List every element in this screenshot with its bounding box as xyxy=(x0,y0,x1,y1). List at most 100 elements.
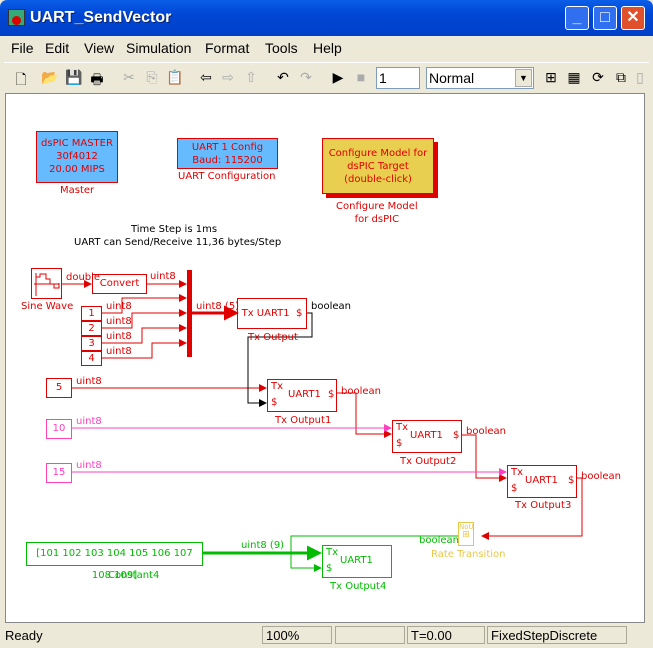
copy-icon[interactable]: ⎘ xyxy=(143,69,161,86)
forward-icon[interactable]: ⇨ xyxy=(219,69,237,86)
constant-block-15[interactable]: 15 xyxy=(46,463,72,483)
dollar-out: $ xyxy=(568,475,575,486)
tx-output-block[interactable]: Tx UART1 $ xyxy=(237,298,307,329)
master-block[interactable]: dsPIC MASTER 30f4012 20.00 MIPS xyxy=(36,131,118,183)
start-simulation-icon[interactable]: ▶ xyxy=(329,69,347,86)
constant-block-4[interactable]: 4 xyxy=(81,351,102,366)
menu-format[interactable]: Format xyxy=(205,40,249,56)
menu-simulation[interactable]: Simulation xyxy=(126,40,191,56)
uart-name: UART1 xyxy=(525,475,558,486)
tx-text: Tx UART1 xyxy=(241,308,290,319)
tx-output-label: Tx Output xyxy=(248,332,298,343)
uart-name: UART1 xyxy=(288,389,321,400)
library-browser-icon[interactable]: ▦ xyxy=(565,69,583,86)
dollar-port: $ xyxy=(396,438,403,449)
tx-output1-label: Tx Output1 xyxy=(275,415,332,426)
window-title: UART_SendVector xyxy=(30,9,172,26)
sine-wave-block[interactable] xyxy=(31,268,62,299)
update-diagram-icon[interactable]: ⟳ xyxy=(589,69,607,86)
maximize-button[interactable]: □ xyxy=(593,6,617,30)
status-time: T=0.00 xyxy=(407,626,485,644)
cut-icon[interactable]: ✂ xyxy=(120,69,138,86)
tx-port: Tx xyxy=(511,467,524,478)
signal-label-uint8: uint8 xyxy=(76,376,102,387)
signal-label-boolean: boolean xyxy=(466,426,506,437)
master-label: Master xyxy=(60,185,95,196)
chevron-down-icon[interactable]: ▼ xyxy=(515,69,532,87)
tx-output1-block[interactable]: Tx $ UART1 $ xyxy=(267,379,337,412)
configure-label-1: Configure Model xyxy=(336,201,418,212)
signal-label-uint8-9: uint8 (9) xyxy=(241,540,285,551)
minimize-button[interactable]: _ xyxy=(565,6,589,30)
master-line: dsPIC MASTER xyxy=(41,138,113,149)
status-bar: Ready 100% T=0.00 FixedStepDiscrete xyxy=(4,624,649,646)
menu-tools[interactable]: Tools xyxy=(265,40,298,56)
new-icon[interactable]: 🗋 xyxy=(12,69,30,93)
signal-label-boolean: boolean xyxy=(581,471,621,482)
build-icon[interactable]: ⊞ xyxy=(542,69,560,86)
mux-block xyxy=(187,270,192,357)
uart-name: UART1 xyxy=(340,555,373,566)
signal-label-boolean: boolean xyxy=(341,386,381,397)
configure-line: (double-click) xyxy=(344,174,412,185)
simulation-mode-select[interactable]: Normal ▼ xyxy=(426,67,534,89)
rate-transition-label: Rate Transition xyxy=(431,549,506,560)
title-bar: UART_SendVector _ □ ✕ xyxy=(0,0,653,36)
dollar-out: $ xyxy=(328,389,335,400)
close-button[interactable]: ✕ xyxy=(621,6,645,30)
model-canvas[interactable]: dsPIC MASTER 30f4012 20.00 MIPS Master UAR… xyxy=(5,93,645,623)
constant-block-10[interactable]: 10 xyxy=(46,419,72,439)
undo-icon[interactable]: ↶ xyxy=(274,69,292,86)
signal-label-uint8: uint8 xyxy=(106,301,132,312)
uart-config-block[interactable]: UART 1 Config Baud: 115200 xyxy=(177,138,278,169)
stop-time-input[interactable]: 1 xyxy=(376,67,420,89)
menu-edit[interactable]: Edit xyxy=(45,40,69,56)
constant-block-3[interactable]: 3 xyxy=(81,336,102,351)
master-line: 20.00 MIPS xyxy=(49,164,105,175)
paste-icon[interactable]: 📋 xyxy=(166,69,184,86)
configure-label-2: for dsPIC xyxy=(354,214,400,225)
menu-help[interactable]: Help xyxy=(313,40,342,56)
debug-icon[interactable]: ▯ xyxy=(631,69,649,86)
print-icon[interactable]: 🖶 xyxy=(88,69,106,93)
signal-label-uint8: uint8 xyxy=(106,346,132,357)
back-icon[interactable]: ⇦ xyxy=(197,69,215,86)
toolbar: 🗋 📂 💾 🖶 ✂ ⎘ 📋 ⇦ ⇨ ⇧ ↶ ↷ ▶ ■ 1 Normal ▼ ⊞ … xyxy=(4,62,649,92)
tx-port: Tx xyxy=(326,547,339,558)
model-explorer-icon[interactable]: ⧉ xyxy=(612,69,630,86)
dollar-port: $ xyxy=(271,397,278,408)
constant-block-5[interactable]: 5 xyxy=(46,378,72,398)
save-icon[interactable]: 💾 xyxy=(65,69,83,86)
up-icon[interactable]: ⇧ xyxy=(242,69,260,86)
redo-icon[interactable]: ↷ xyxy=(297,69,315,86)
note-line-2: UART can Send/Receive 11,36 bytes/Step xyxy=(74,237,282,248)
dollar-port: $ xyxy=(326,563,333,574)
tx-output4-block[interactable]: Tx $ UART1 xyxy=(322,545,392,578)
signal-label-uint8: uint8 xyxy=(106,331,132,342)
status-solver: FixedStepDiscrete xyxy=(487,626,627,644)
configure-model-block[interactable]: Configure Model for dsPIC Target (double-c… xyxy=(322,138,434,194)
note-line-1: Time Step is 1ms xyxy=(130,224,218,235)
uart-config-line: Baud: 115200 xyxy=(192,155,263,166)
rate-transition-block[interactable]: NoU ⊞ xyxy=(458,522,474,546)
menu-view[interactable]: View xyxy=(84,40,114,56)
dollar-port: $ xyxy=(296,308,303,319)
tx-output2-block[interactable]: Tx $ UART1 $ xyxy=(392,420,462,453)
stop-simulation-icon[interactable]: ■ xyxy=(352,69,370,85)
configure-label: Configure Model for dsPIC xyxy=(336,200,418,226)
constant-block-2[interactable]: 2 xyxy=(81,321,102,336)
tx-output3-block[interactable]: Tx $ UART1 $ xyxy=(507,465,577,498)
constant4-block[interactable]: [101 102 103 104 105 106 107 108 109] xyxy=(26,542,203,581)
signal-label-uint8: uint8 xyxy=(76,460,102,471)
constant4-label: Constant4 xyxy=(108,570,160,581)
constant-block-1[interactable]: 1 xyxy=(81,306,102,321)
status-zoom: 100% xyxy=(262,626,332,644)
menu-file[interactable]: File xyxy=(11,40,34,56)
open-icon[interactable]: 📂 xyxy=(41,69,59,86)
annotation-note: Time Step is 1ms UART can Send/Receive 11… xyxy=(74,223,282,249)
tx-output4-label: Tx Output4 xyxy=(330,581,387,592)
status-state: Ready xyxy=(5,628,43,643)
signal-label-uint8: uint8 xyxy=(76,416,102,427)
uart-name: UART1 xyxy=(410,430,443,441)
convert-block[interactable]: Convert xyxy=(92,274,147,294)
